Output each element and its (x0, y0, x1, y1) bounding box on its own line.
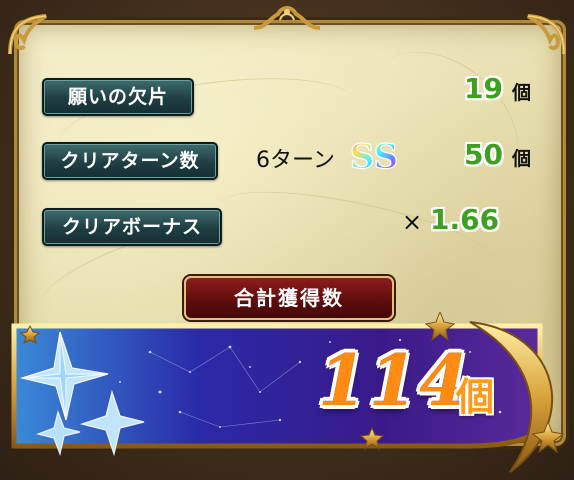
clear-bonus-value: 1.66 (430, 203, 500, 236)
clear-turns-value: 6ターン (256, 148, 335, 173)
corner-ornament-icon (6, 10, 54, 58)
ss-rank-text: SS (350, 137, 398, 176)
ss-rank-badge-icon: SS (349, 136, 399, 177)
wish-fragment-label: 願いの欠片 (42, 78, 194, 116)
total-unit: 個 (456, 375, 495, 419)
clear-bonus-label: クリアボーナス (42, 208, 222, 246)
total-value: 114 (318, 339, 471, 422)
top-ornament-icon (252, 4, 322, 32)
corner-ornament-icon (520, 10, 568, 58)
wish-fragment-value: 19 (464, 72, 503, 105)
clear-turns-reward-unit: 個 (512, 148, 532, 170)
clear-turns-reward-value: 50 (464, 138, 503, 171)
result-screen: 願いの欠片 19 個 クリアターン数 6ターン SS 50 個 クリアボーナス … (0, 0, 574, 480)
multiplier-sign: × (402, 208, 423, 236)
total-label: 合計獲得数 (184, 276, 394, 320)
clear-turns-label: クリアターン数 (42, 142, 218, 180)
wish-fragment-unit: 個 (512, 82, 532, 104)
